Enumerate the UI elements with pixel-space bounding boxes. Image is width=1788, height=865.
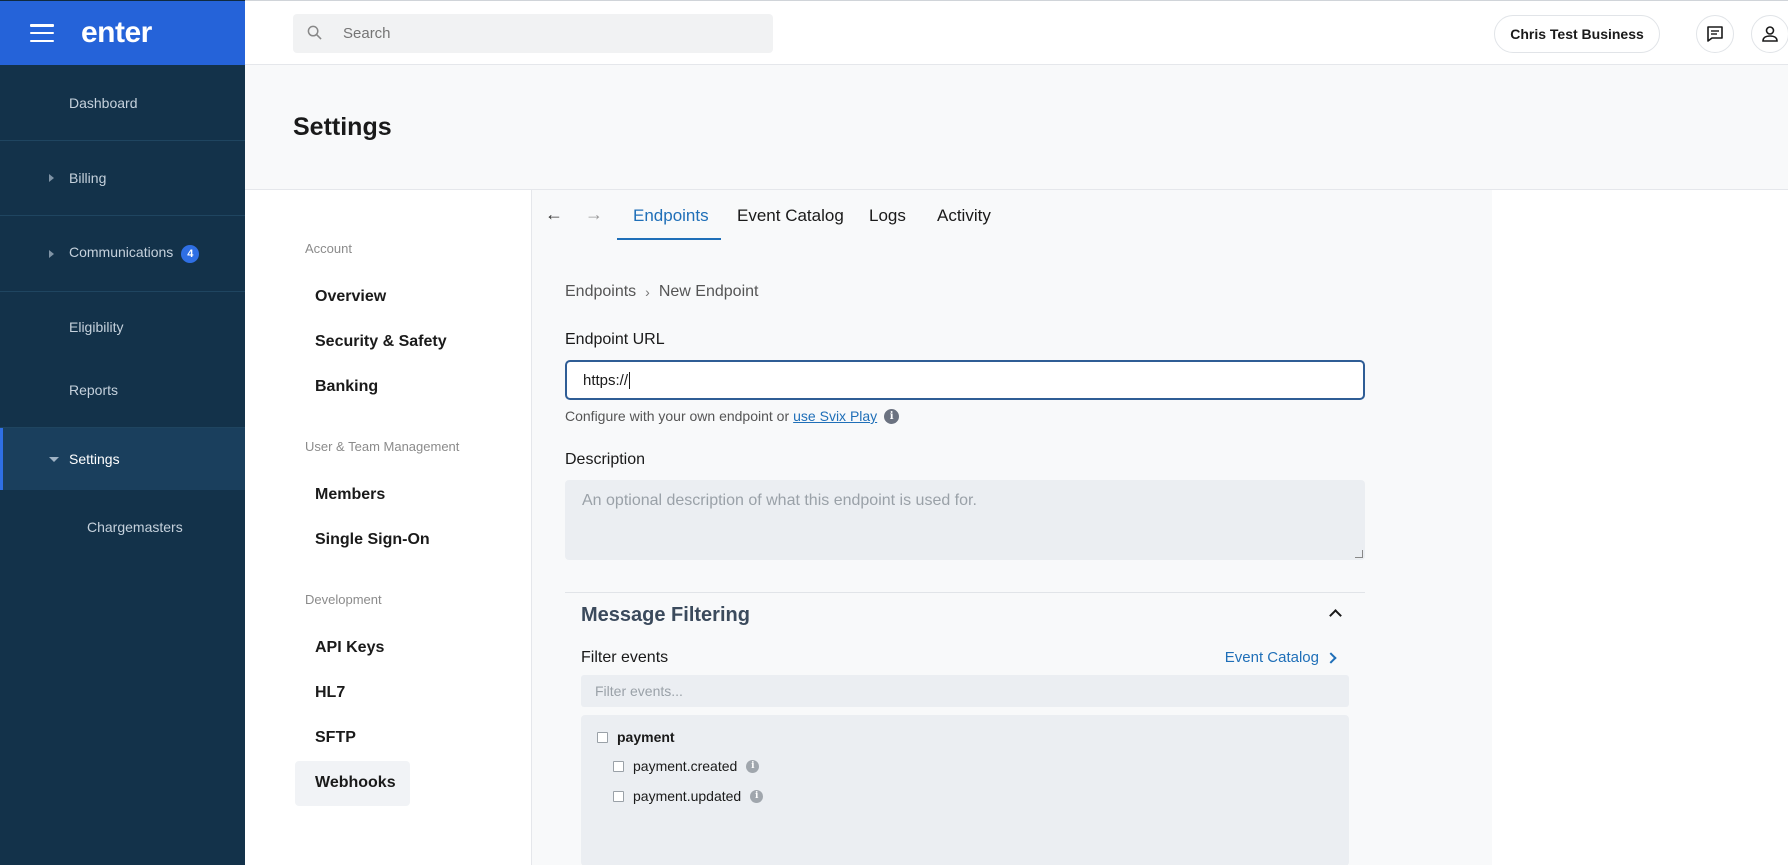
top-bar: Chris Test Business (245, 0, 1788, 65)
tab-bar: ← → Endpoints Event Catalog Logs Activit… (532, 190, 1492, 240)
sidebar-item-chargemasters[interactable]: Chargemasters (0, 502, 245, 552)
sidebar-item-label: Chargemasters (87, 519, 183, 535)
forward-arrow-icon[interactable]: → (585, 204, 603, 225)
checkbox[interactable] (613, 760, 624, 772)
message-filtering-title: Message Filtering (581, 604, 750, 626)
message-filtering-section: Message Filtering Filter events Event Ca… (565, 592, 1365, 865)
page-header: Settings (245, 65, 1788, 190)
sidebar-item-label: Settings (69, 451, 120, 467)
business-switcher-button[interactable]: Chris Test Business (1494, 15, 1660, 53)
description-placeholder: An optional description of what this end… (582, 492, 977, 509)
event-item-label: payment.created (633, 758, 738, 774)
settings-item-sso[interactable]: Single Sign-On (315, 531, 430, 549)
settings-item-members[interactable]: Members (315, 486, 385, 504)
tab-logs[interactable]: Logs (869, 206, 906, 226)
chevron-up-icon[interactable] (1329, 609, 1342, 622)
settings-item-api-keys[interactable]: API Keys (315, 639, 384, 657)
events-list: payment payment.created i payment.update… (581, 715, 1349, 865)
event-item-payment-updated[interactable]: payment.updated i (613, 788, 764, 804)
endpoint-url-label: Endpoint URL (565, 331, 665, 348)
sidebar-item-label: Reports (69, 382, 119, 398)
chevron-right-icon (1325, 651, 1337, 664)
sidebar-item-billing[interactable]: Billing (0, 141, 245, 215)
resize-handle-icon[interactable] (1355, 550, 1363, 558)
settings-item-banking[interactable]: Banking (315, 378, 378, 396)
sidebar-item-label: Dashboard (69, 94, 138, 111)
notification-badge: 4 (181, 245, 200, 263)
description-textarea[interactable]: An optional description of what this end… (565, 480, 1365, 560)
search-icon (307, 25, 322, 40)
breadcrumb-parent[interactable]: Endpoints (565, 283, 636, 301)
breadcrumb-separator: › (645, 284, 650, 300)
settings-item-overview[interactable]: Overview (315, 288, 386, 306)
breadcrumb: Endpoints › New Endpoint (565, 283, 758, 301)
sidebar-item-dashboard[interactable]: Dashboard (0, 65, 245, 140)
event-catalog-link-text: Event Catalog (1224, 649, 1319, 666)
search-input[interactable] (343, 25, 743, 42)
info-icon[interactable]: i (884, 408, 900, 424)
settings-item-sftp[interactable]: SFTP (315, 729, 356, 747)
tab-activity[interactable]: Activity (937, 206, 991, 226)
checkbox[interactable] (597, 731, 608, 743)
description-label: Description (565, 451, 646, 468)
endpoint-url-input[interactable]: https:// (565, 360, 1365, 400)
profile-button[interactable] (1751, 15, 1788, 53)
breadcrumb-current: New Endpoint (658, 283, 759, 300)
search-box[interactable] (293, 14, 773, 53)
settings-item-hl7[interactable]: HL7 (315, 684, 345, 702)
event-group-payment[interactable]: payment (597, 729, 675, 745)
user-icon (1762, 26, 1778, 42)
event-item-label: payment.updated (633, 788, 742, 804)
sidebar-item-label: Billing (69, 170, 107, 186)
checkbox[interactable] (613, 790, 624, 802)
sidebar-item-text: Communications (69, 244, 174, 260)
page-title: Settings (293, 113, 392, 141)
sidebar-item-communications[interactable]: Communications 4 (0, 216, 245, 291)
sidebar-item-label: Communications 4 (69, 244, 200, 263)
hamburger-menu-icon[interactable] (30, 24, 54, 42)
sidebar-item-settings[interactable]: Settings (0, 428, 245, 490)
caret-down-icon (49, 456, 59, 462)
tab-endpoints[interactable]: Endpoints (633, 206, 709, 226)
event-item-payment-created[interactable]: payment.created i (613, 758, 760, 774)
webhooks-panel: ← → Endpoints Event Catalog Logs Activit… (532, 190, 1492, 865)
chat-icon (1707, 26, 1723, 42)
sidebar-item-eligibility[interactable]: Eligibility (0, 292, 245, 362)
sidebar-item-reports[interactable]: Reports (0, 362, 245, 418)
event-group-label: payment (617, 729, 675, 745)
section-title-development: Development (305, 592, 382, 607)
filter-events-label: Filter events (581, 649, 669, 666)
filter-events-placeholder: Filter events... (595, 683, 683, 699)
filter-events-input[interactable]: Filter events... (581, 675, 1349, 707)
back-arrow-icon[interactable]: ← (545, 204, 563, 225)
settings-item-webhooks[interactable]: Webhooks (315, 774, 396, 792)
svix-play-link[interactable]: use Svix Play (793, 408, 877, 424)
caret-right-icon (49, 249, 54, 258)
endpoint-url-value: https:// (583, 371, 629, 389)
info-icon[interactable]: i (750, 789, 764, 803)
sidebar-item-label: Eligibility (69, 319, 124, 335)
text-cursor (629, 371, 631, 389)
active-tab-indicator (617, 238, 721, 240)
help-text: Configure with your own endpoint or (565, 408, 790, 424)
settings-nav: Account Overview Security & Safety Banki… (245, 190, 532, 865)
brand-bar: enter (0, 0, 245, 65)
sidebar: enter Dashboard Billing Communications 4 … (0, 0, 245, 865)
event-catalog-link[interactable]: Event Catalog (1224, 649, 1337, 666)
endpoint-help: Configure with your own endpoint or use … (565, 408, 900, 424)
section-title-user-team: User & Team Management (305, 439, 460, 454)
brand-logo[interactable]: enter (81, 16, 152, 50)
info-icon[interactable]: i (746, 759, 760, 773)
tab-event-catalog[interactable]: Event Catalog (737, 206, 844, 226)
settings-item-security[interactable]: Security & Safety (315, 333, 447, 351)
section-title-account: Account (305, 241, 352, 256)
caret-right-icon (49, 174, 54, 182)
messages-button[interactable] (1696, 15, 1734, 53)
